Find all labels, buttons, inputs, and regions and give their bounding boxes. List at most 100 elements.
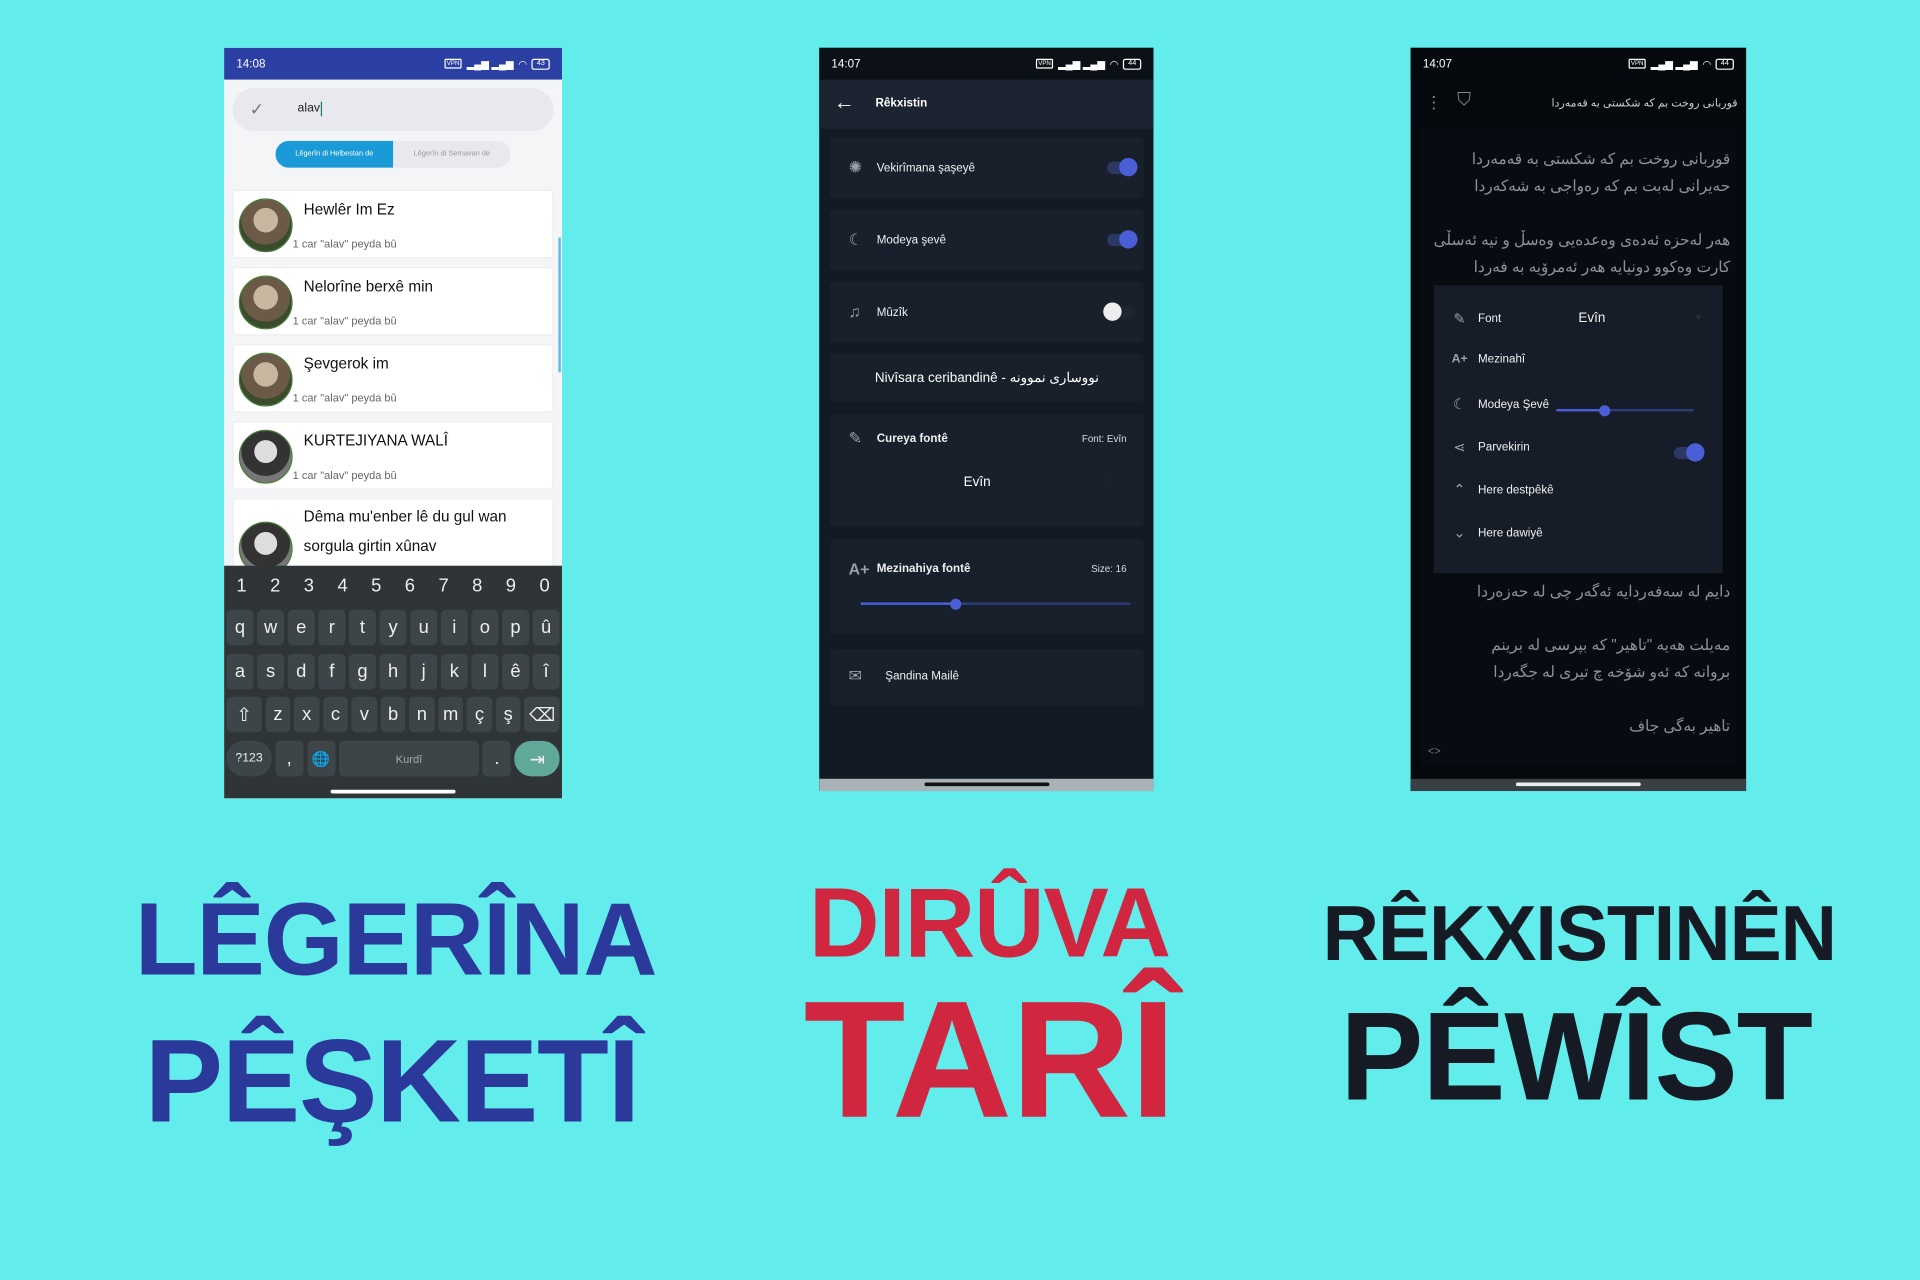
key[interactable]: f (318, 653, 346, 690)
tab-search-titles[interactable]: Lêgerîn di Sernavan de (393, 141, 511, 168)
toggle-switch[interactable] (1103, 302, 1134, 321)
key[interactable]: û (532, 609, 560, 646)
key[interactable]: q (226, 609, 254, 646)
globe-icon[interactable]: 🌐 (306, 740, 336, 777)
avatar (238, 352, 293, 407)
number-key[interactable]: 3 (294, 573, 324, 597)
font-size-icon: A+ (1451, 352, 1468, 367)
key[interactable]: z (265, 696, 291, 733)
status-bar: 14:08 VPN ▂▄▆ ▂▄▆ ◠ 43 (224, 47, 563, 80)
slider-thumb[interactable] (949, 598, 961, 610)
moon-icon: ☾ (1452, 395, 1467, 413)
home-indicator[interactable] (923, 782, 1049, 787)
reader-header: ⋮ ⛉ قوربانی روخت بم کە شکستی بە قەمەردا (1411, 80, 1747, 129)
key[interactable]: s (257, 653, 285, 690)
number-key[interactable]: 8 (462, 573, 492, 597)
key[interactable]: v (351, 696, 377, 733)
search-value[interactable]: alav (298, 101, 323, 117)
send-mail-item[interactable]: ✉ Şandina Mailê (830, 648, 1144, 706)
menu-night-mode[interactable]: ☾ Modeya Şevê (1451, 396, 1549, 413)
promo-canvas: 14:08 VPN ▂▄▆ ▂▄▆ ◠ 43 ✓ alav Lêgerîn di He… (0, 0, 1920, 1280)
setting-night-mode[interactable]: ☾ Modeya şevê (830, 209, 1144, 271)
home-indicator[interactable] (330, 789, 456, 794)
size-slider[interactable] (1556, 404, 1694, 416)
key[interactable]: x (294, 696, 320, 733)
toggle-switch[interactable] (1673, 443, 1705, 462)
number-key[interactable]: 6 (395, 573, 425, 597)
number-key[interactable]: 9 (496, 573, 526, 597)
key[interactable]: m (438, 696, 464, 733)
key[interactable]: h (379, 653, 407, 690)
check-icon[interactable]: ✓ (250, 99, 264, 120)
comma-key[interactable]: , (275, 740, 304, 777)
dropdown-arrow-icon: ▼ (1694, 314, 1703, 323)
font-size-slider[interactable] (860, 598, 1131, 610)
signal-icon: ▂▄▆ ▂▄▆ (1650, 58, 1698, 70)
back-arrow-icon[interactable]: ← (834, 91, 855, 115)
number-key[interactable]: 2 (260, 573, 290, 597)
symbols-key[interactable]: ?123 (226, 740, 272, 777)
result-item[interactable]: Şevgerok im 1 car "alav" peyda bû (232, 344, 554, 413)
key[interactable]: k (440, 653, 468, 690)
key[interactable]: ç (466, 696, 493, 733)
toggle-switch[interactable] (1106, 230, 1138, 249)
key[interactable]: a (226, 653, 254, 690)
search-scope-tabs: Lêgerîn di Helbestan de Lêgerîn di Serna… (275, 140, 511, 168)
key[interactable]: p (502, 609, 529, 646)
menu-go-bottom[interactable]: ⌄ Here dawiyê (1451, 524, 1542, 541)
menu-share[interactable]: ⋖ Parvekirin (1451, 438, 1529, 455)
shift-key-icon[interactable]: ⇧ (226, 696, 262, 733)
key[interactable]: o (471, 609, 499, 646)
number-key[interactable]: 1 (227, 573, 257, 597)
key[interactable]: i (440, 609, 468, 646)
number-key[interactable]: 7 (429, 573, 459, 597)
setting-music[interactable]: ♫ Mûzîk (830, 281, 1144, 343)
key[interactable]: c (322, 696, 349, 733)
tab-search-poems[interactable]: Lêgerîn di Helbestan de (275, 140, 394, 168)
status-bar: 14:07 VPN ▂▄▆ ▂▄▆ ◠ 44 (819, 47, 1154, 80)
setting-error-reporting[interactable]: ✺ Vekirîmana şaşeyê (830, 137, 1144, 199)
number-key[interactable]: 5 (361, 573, 391, 597)
home-indicator[interactable] (1515, 782, 1641, 787)
bookmark-add-icon[interactable]: ⛉ (1457, 89, 1471, 110)
slider-thumb[interactable] (1598, 404, 1610, 416)
key[interactable]: r (318, 609, 346, 646)
period-key[interactable]: . (482, 740, 511, 777)
key[interactable]: n (409, 696, 435, 733)
number-key[interactable]: 4 (328, 573, 358, 597)
key[interactable]: j (410, 653, 438, 690)
key[interactable]: e (287, 609, 315, 646)
key[interactable]: l (471, 653, 499, 690)
key[interactable]: w (257, 609, 285, 646)
wifi-icon: ◠ (518, 58, 527, 70)
font-dropdown[interactable]: Evîn ▲ (879, 473, 1119, 497)
result-item[interactable]: KURTEJIYANA WALÎ 1 car "alav" peyda bû (232, 421, 554, 490)
keyboard-row: ⇧ z x c v b n m ç ş ⌫ (226, 696, 560, 733)
mail-icon: ✉ (848, 666, 862, 685)
vpn-icon: VPN (1035, 58, 1054, 69)
key[interactable]: u (410, 609, 438, 646)
font-value[interactable]: Evîn (1578, 311, 1605, 326)
key[interactable]: y (379, 609, 407, 646)
setting-label: Modeya şevê (876, 233, 946, 248)
key[interactable]: î (532, 653, 560, 690)
scrollbar[interactable] (558, 237, 561, 373)
number-key[interactable]: 0 (530, 573, 560, 597)
menu-go-top[interactable]: ⌃ Here destpêkê (1451, 481, 1553, 498)
key[interactable]: b (380, 696, 406, 733)
key[interactable]: ê (502, 653, 529, 690)
toggle-switch[interactable] (1106, 157, 1138, 177)
result-item[interactable]: Nelorîne berxê min 1 car "alav" peyda bû (232, 266, 554, 336)
key[interactable]: d (287, 653, 315, 690)
space-key[interactable]: Kurdî (338, 740, 480, 777)
more-vert-icon[interactable]: ⋮ (1425, 92, 1442, 113)
key[interactable]: t (348, 609, 376, 646)
code-toggle[interactable]: <> (1428, 744, 1441, 756)
search-input[interactable]: ✓ alav (232, 88, 554, 132)
menu-font[interactable]: ✎ Font Evîn ▼ (1451, 310, 1702, 327)
enter-key-icon[interactable]: ⇥ (514, 740, 560, 777)
backspace-key-icon[interactable]: ⌫ (524, 696, 560, 733)
result-item[interactable]: Hewlêr Im Ez 1 car "alav" peyda bû (232, 189, 554, 259)
key[interactable]: g (348, 653, 376, 690)
key[interactable]: ş (495, 696, 521, 733)
